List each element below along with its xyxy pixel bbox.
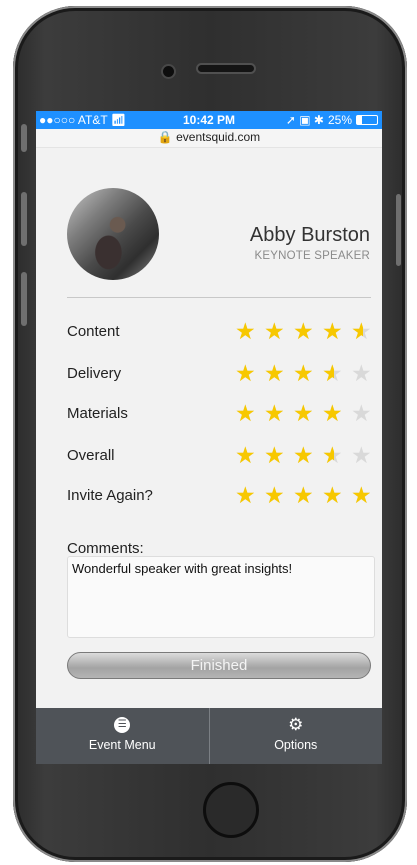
star-icon[interactable]: ★ ★ <box>322 402 345 425</box>
star-icon[interactable]: ★ ★ <box>264 402 287 425</box>
star-icon[interactable]: ★ ★ <box>351 484 374 507</box>
star-icon[interactable]: ★ ★ <box>264 320 287 343</box>
speaker-avatar <box>67 188 159 280</box>
nav-options-label: Options <box>274 738 318 752</box>
nav-options[interactable]: ⚙ Options <box>208 708 383 764</box>
star-fill: ★ <box>264 484 285 507</box>
star-icon[interactable]: ★ <box>351 402 374 425</box>
star-fill: ★ <box>293 484 314 507</box>
home-button[interactable] <box>203 782 259 838</box>
speaker-name: Abby Burston <box>249 224 370 246</box>
star-icon[interactable]: ★ ★ <box>293 484 316 507</box>
star-rating[interactable]: ★ ★ ★ ★ ★ ★ ★ ★ ★ <box>235 362 374 385</box>
rating-row: Overall ★ ★ ★ ★ ★ ★ ★ ★ ★ <box>67 444 374 468</box>
battery-icon <box>356 115 378 125</box>
star-rating[interactable]: ★ ★ ★ ★ ★ ★ ★ ★ ★ <box>235 444 374 467</box>
star-icon[interactable]: ★ ★ <box>293 362 316 385</box>
star-icon[interactable]: ★ ★ <box>264 362 287 385</box>
rating-row: Content ★ ★ ★ ★ ★ ★ ★ ★ ★ ★ <box>67 320 374 344</box>
battery-level <box>357 116 362 124</box>
star-fill: ★ <box>293 444 314 467</box>
volume-up-button <box>21 192 27 246</box>
star-icon[interactable]: ★ ★ <box>293 320 316 343</box>
star-fill: ★ <box>322 320 343 343</box>
star-fill: ★ <box>293 402 314 425</box>
star-fill: ★ <box>322 444 334 467</box>
star-fill: ★ <box>264 362 285 385</box>
star-icon[interactable]: ★ ★ <box>235 402 258 425</box>
comments-label: Comments: <box>67 540 144 557</box>
rating-label: Materials <box>67 405 128 422</box>
nav-event-menu-label: Event Menu <box>88 738 156 752</box>
rating-row: Delivery ★ ★ ★ ★ ★ ★ ★ ★ ★ <box>67 362 374 386</box>
star-icon[interactable]: ★ ★ <box>322 362 345 385</box>
status-bar: ●●○○○ AT&T 📶︎ 10:42 PM ➚ ▣ ✱ 25% <box>36 111 382 129</box>
battery-percent: 25% <box>327 113 352 127</box>
star-icon[interactable]: ★ ★ <box>293 402 316 425</box>
star-fill: ★ <box>264 402 285 425</box>
star-icon[interactable]: ★ ★ <box>264 444 287 467</box>
mute-switch <box>21 124 27 152</box>
star-fill: ★ <box>264 320 285 343</box>
nav-event-menu[interactable]: ☰ Event Menu <box>36 708 209 764</box>
comments-textarea[interactable]: Wonderful speaker with great insights! <box>67 556 375 638</box>
star-fill: ★ <box>235 320 256 343</box>
star-fill: ★ <box>264 444 285 467</box>
star-fill: ★ <box>351 484 372 507</box>
browser-url-bar[interactable]: 🔒 eventsquid.com <box>36 129 382 148</box>
star-icon[interactable]: ★ ★ <box>322 320 345 343</box>
bottom-nav: ☰ Event Menu ⚙ Options <box>36 708 382 764</box>
rating-label: Delivery <box>67 365 122 382</box>
divider <box>67 297 371 298</box>
rating-row: Materials ★ ★ ★ ★ ★ ★ ★ ★ ★ <box>67 402 374 426</box>
star-icon[interactable]: ★ ★ <box>322 444 345 467</box>
status-icons: ➚ ▣ ✱ <box>285 113 324 127</box>
rating-row: Invite Again? ★ ★ ★ ★ ★ ★ ★ ★ ★ ★ <box>67 484 374 508</box>
speaker-role: KEYNOTE SPEAKER <box>254 250 370 262</box>
finished-button[interactable]: Finished <box>67 652 371 679</box>
star-icon[interactable]: ★ <box>351 362 374 385</box>
star-icon[interactable]: ★ ★ <box>235 484 258 507</box>
rating-label: Content <box>67 323 120 340</box>
status-right-group: ➚ ▣ ✱ 25% <box>286 111 378 129</box>
rating-label: Overall <box>67 447 115 464</box>
star-icon[interactable]: ★ ★ <box>235 320 258 343</box>
star-icon[interactable]: ★ ★ <box>351 320 374 343</box>
star-icon[interactable]: ★ ★ <box>235 444 258 467</box>
volume-down-button <box>21 272 27 326</box>
power-button <box>396 194 401 266</box>
page-content: Abby Burston KEYNOTE SPEAKER Content ★ ★ ★ ★… <box>36 148 382 708</box>
star-fill: ★ <box>235 484 256 507</box>
star-fill: ★ <box>322 402 343 425</box>
star-fill: ★ <box>293 362 314 385</box>
star-fill: ★ <box>293 320 314 343</box>
star-fill: ★ <box>322 484 343 507</box>
star-icon[interactable]: ★ ★ <box>293 444 316 467</box>
earpiece-speaker <box>198 65 254 72</box>
gear-icon: ⚙ <box>288 715 304 734</box>
star-fill: ★ <box>351 320 363 343</box>
star-icon[interactable]: ★ ★ <box>264 484 287 507</box>
star-fill: ★ <box>235 362 256 385</box>
star-fill: ★ <box>235 444 256 467</box>
rating-label: Invite Again? <box>67 487 153 504</box>
phone-screen: ●●○○○ AT&T 📶︎ 10:42 PM ➚ ▣ ✱ 25% 🔒 event… <box>36 111 382 764</box>
star-fill: ★ <box>235 402 256 425</box>
star-icon[interactable]: ★ ★ <box>235 362 258 385</box>
star-rating[interactable]: ★ ★ ★ ★ ★ ★ ★ ★ ★ <box>235 402 374 425</box>
front-camera <box>163 66 174 77</box>
star-fill: ★ <box>322 362 334 385</box>
star-icon[interactable]: ★ ★ <box>322 484 345 507</box>
star-icon[interactable]: ★ <box>351 444 374 467</box>
list-icon: ☰ <box>114 717 131 733</box>
star-rating[interactable]: ★ ★ ★ ★ ★ ★ ★ ★ ★ ★ <box>235 320 374 343</box>
star-rating[interactable]: ★ ★ ★ ★ ★ ★ ★ ★ ★ ★ <box>235 484 374 507</box>
